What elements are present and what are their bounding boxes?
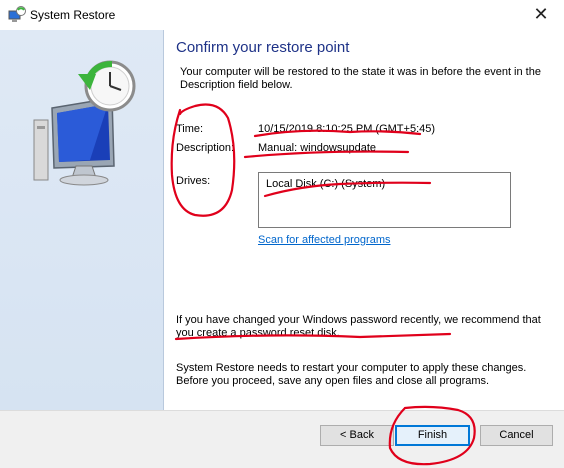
button-bar: < Back Finish Cancel (0, 410, 564, 468)
time-value: 10/15/2019 8:10:25 PM (GMT+5:45) (258, 123, 436, 135)
title-bar: System Restore ✕ (0, 0, 564, 30)
window-title: System Restore (30, 8, 116, 22)
labels-circle-annotation (170, 103, 236, 217)
scan-affected-programs-link[interactable]: Scan for affected programs (258, 234, 390, 246)
finish-button[interactable]: Finish (395, 425, 470, 446)
cancel-button[interactable]: Cancel (480, 425, 553, 446)
drives-label: Drives: (176, 175, 211, 187)
restart-note: System Restore needs to restart your com… (176, 362, 527, 387)
description-label: Description: (176, 142, 235, 154)
time-label: Time: (176, 123, 204, 135)
description-value: Manual: windowsupdate (258, 142, 377, 154)
drives-list[interactable]: Local Disk (C:) (System) (258, 172, 511, 228)
sidebar-panel (0, 30, 164, 410)
monitor-clock-restore-icon (33, 60, 136, 186)
drive-item[interactable]: Local Disk (C:) (System) (266, 178, 385, 190)
close-button[interactable]: ✕ (518, 0, 564, 30)
intro-text: Your computer will be restored to the st… (180, 66, 541, 91)
password-reset-note: If you have changed your Windows passwor… (176, 314, 541, 339)
system-restore-icon (8, 6, 26, 22)
page-heading: Confirm your restore point (176, 39, 350, 56)
back-button[interactable]: < Back (320, 425, 394, 446)
close-icon: ✕ (533, 4, 549, 24)
